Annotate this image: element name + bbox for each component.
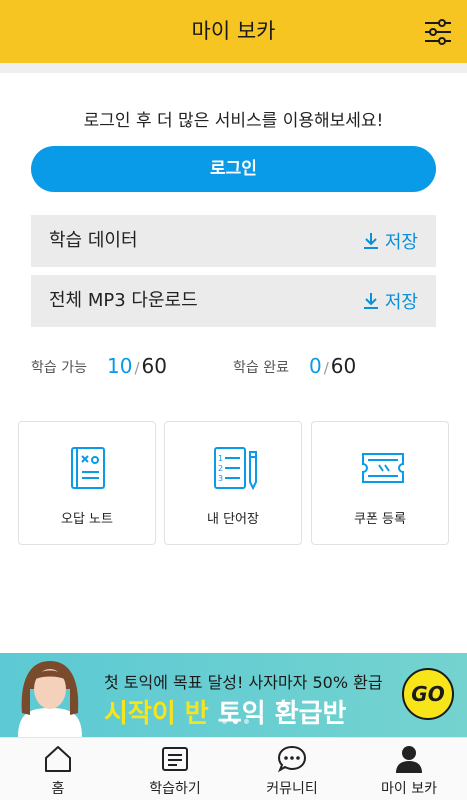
study-data-save-button[interactable]: 저장: [363, 215, 418, 267]
available-label: 학습 가능: [31, 360, 87, 376]
banner-pager: [222, 719, 249, 724]
available-current: 10: [107, 354, 133, 378]
download-icon: [363, 233, 378, 249]
bottom-tab-bar: 홈 학습하기 커뮤니티 마이 보카: [0, 737, 467, 800]
tab-home-label: 홈: [51, 781, 65, 797]
completed-label: 학습 완료: [233, 360, 289, 376]
completed-total: 60: [330, 354, 357, 378]
tab-study[interactable]: 학습하기: [117, 738, 233, 800]
word-list-icon: 1 2 3: [214, 447, 257, 490]
coupon-card[interactable]: 쿠폰 등록: [311, 421, 449, 545]
wrong-note-label: 오답 노트: [61, 512, 113, 527]
pager-dot[interactable]: [222, 719, 227, 724]
wrong-note-icon: [71, 447, 105, 489]
tab-my-voca[interactable]: 마이 보카: [351, 738, 467, 800]
login-button[interactable]: 로그인: [31, 146, 436, 192]
banner-headline-highlight: 시작이 반: [104, 699, 209, 729]
go-button[interactable]: GO: [402, 668, 454, 720]
study-icon: [162, 747, 188, 771]
word-list-label: 내 단어장: [207, 512, 259, 527]
wrong-note-card[interactable]: 오답 노트: [18, 421, 156, 545]
completed-count: 0/60: [309, 354, 356, 378]
svg-text:1: 1: [218, 454, 223, 463]
app-header: 마이 보카: [0, 0, 467, 63]
coupon-label: 쿠폰 등록: [354, 512, 406, 527]
tab-my-voca-label: 마이 보카: [381, 781, 437, 797]
save-label: 저장: [384, 292, 418, 313]
svg-text:2: 2: [218, 464, 223, 473]
banner-headline: 시작이 반 토익 환급반: [104, 693, 346, 730]
available-count: 10/60: [107, 354, 167, 378]
mp3-download-row[interactable]: 전체 MP3 다운로드 저장: [31, 275, 436, 327]
person-icon: [396, 746, 422, 773]
settings-button[interactable]: [423, 17, 453, 47]
promo-banner[interactable]: 첫 토익에 목표 달성! 사자마자 50% 환급 시작이 반 토익 환급반: [0, 653, 467, 737]
banner-headline-rest: 토익 환급반: [217, 699, 347, 729]
page-title: 마이 보카: [191, 19, 276, 43]
svg-text:3: 3: [218, 474, 223, 483]
available-separator: /: [134, 359, 140, 377]
tab-study-label: 학습하기: [149, 781, 201, 797]
sliders-icon: [425, 19, 451, 45]
completed-current: 0: [309, 354, 322, 378]
study-data-row[interactable]: 학습 데이터 저장: [31, 215, 436, 267]
pager-dot-active[interactable]: [233, 719, 238, 724]
available-total: 60: [141, 354, 167, 378]
login-prompt: 로그인 후 더 많은 서비스를 이용해보세요!: [83, 111, 384, 131]
mp3-download-label: 전체 MP3 다운로드: [49, 290, 198, 311]
download-icon: [363, 293, 378, 309]
chat-bubble-icon: [277, 745, 307, 773]
header-divider: [0, 63, 467, 73]
banner-subtitle: 첫 토익에 목표 달성! 사자마자 50% 환급: [104, 673, 383, 692]
pager-dot[interactable]: [244, 719, 249, 724]
word-list-card[interactable]: 1 2 3 내 단어장: [164, 421, 302, 545]
model-photo: [18, 661, 82, 737]
tab-home[interactable]: 홈: [0, 738, 116, 800]
study-data-label: 학습 데이터: [49, 230, 138, 251]
tab-community[interactable]: 커뮤니티: [234, 738, 350, 800]
tab-community-label: 커뮤니티: [266, 781, 318, 797]
coupon-icon: [362, 453, 404, 483]
save-label: 저장: [384, 232, 418, 253]
completed-separator: /: [323, 359, 329, 377]
mp3-save-button[interactable]: 저장: [363, 275, 418, 327]
home-icon: [45, 746, 71, 772]
